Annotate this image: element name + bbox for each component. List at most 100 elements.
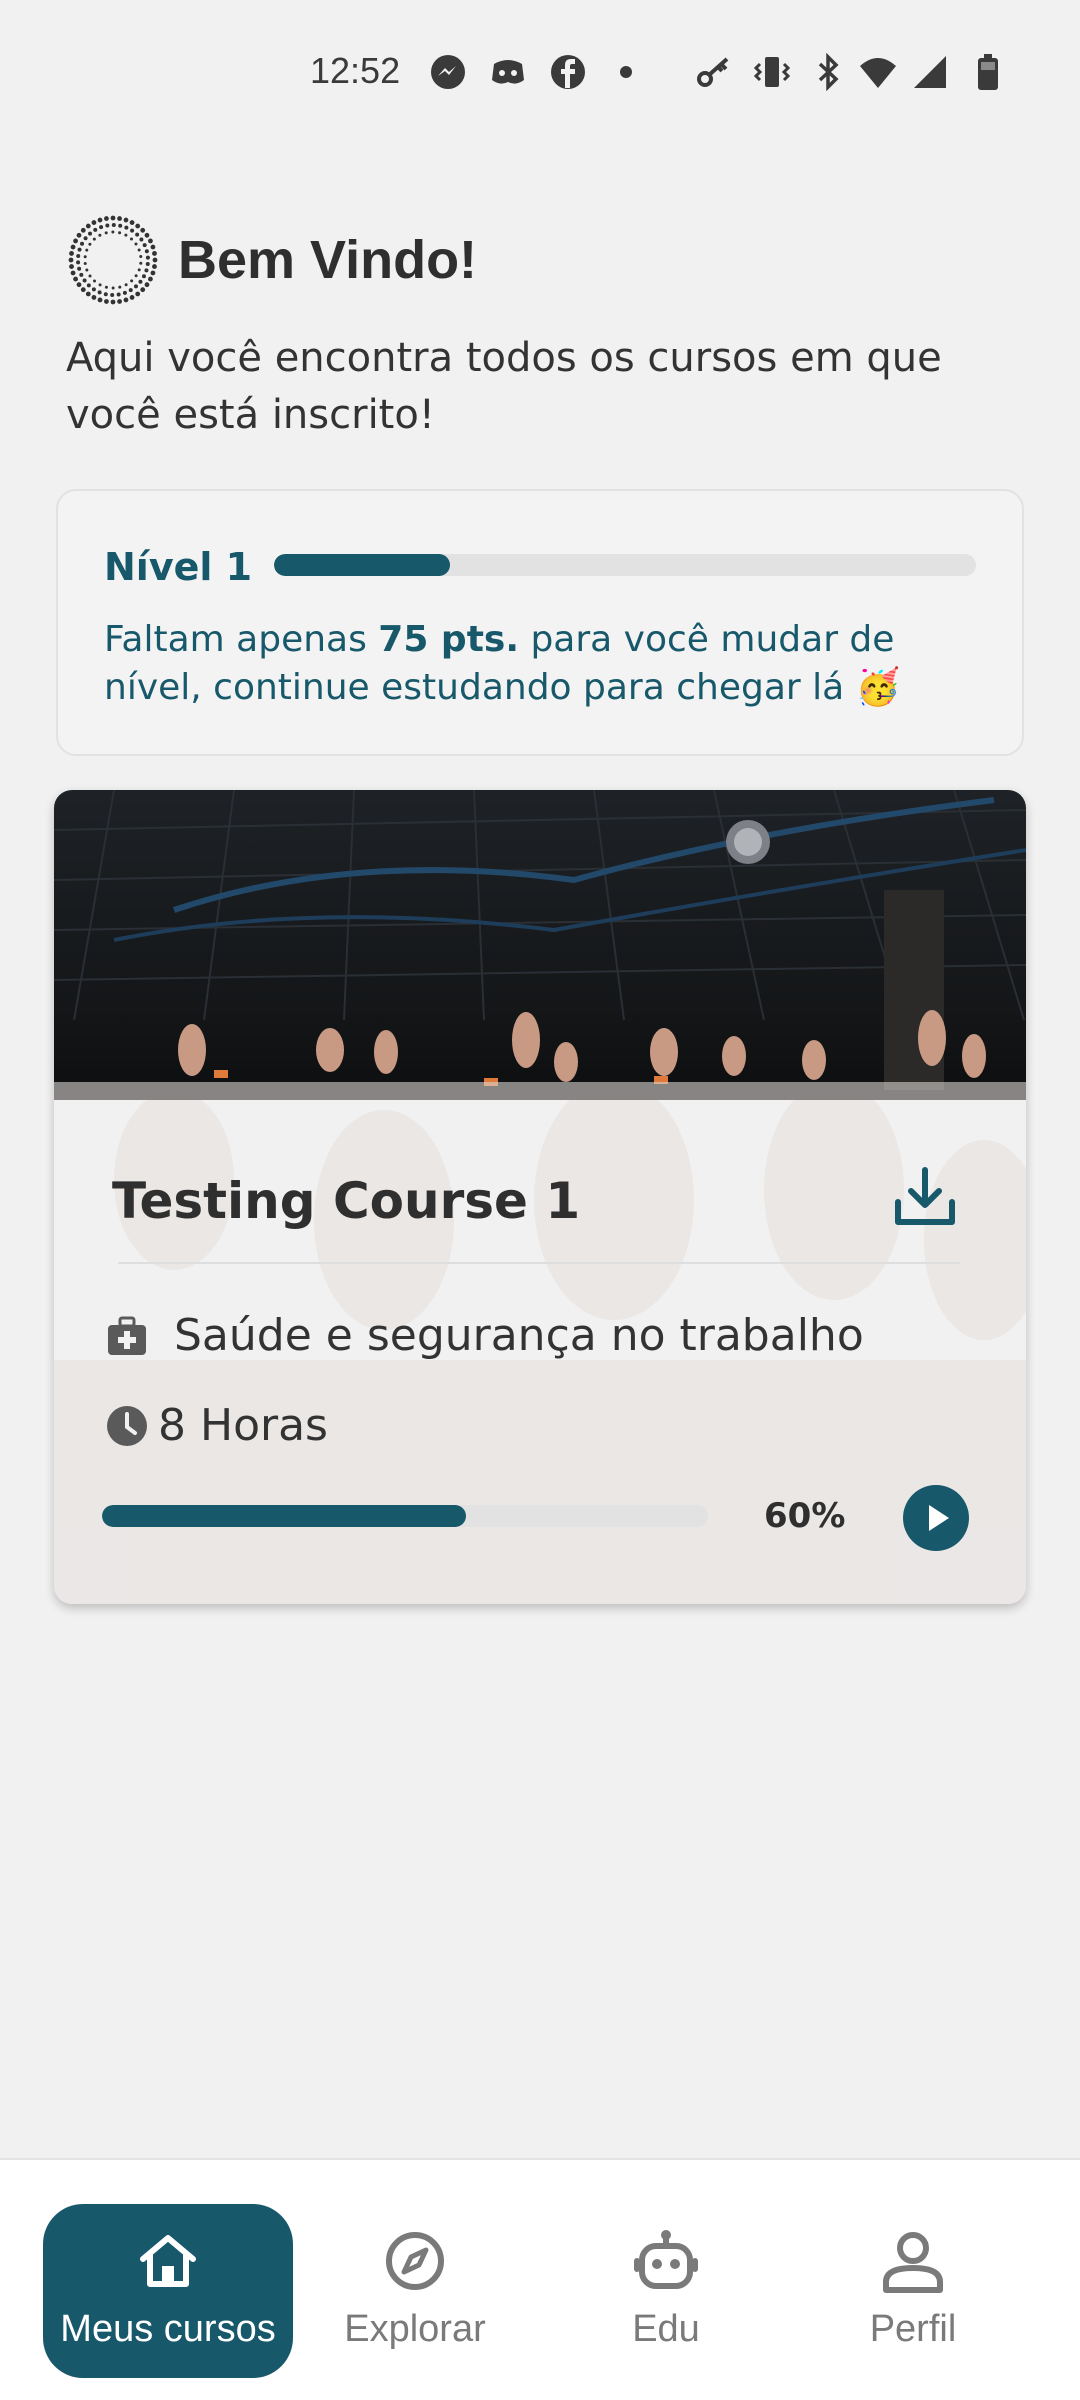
logo-dot	[135, 232, 140, 237]
logo-dot	[110, 292, 115, 297]
dot-icon	[620, 66, 632, 78]
logo-dot	[133, 284, 138, 289]
logo-dot	[69, 251, 74, 256]
logo-dot	[104, 299, 109, 304]
page-title: Bem Vindo!	[178, 230, 478, 290]
logo-dot	[83, 236, 88, 241]
logo-dot	[76, 232, 82, 238]
logo-dot	[97, 297, 103, 303]
course-progress-bar	[102, 1505, 708, 1527]
logo-dot	[134, 242, 138, 246]
logo-dot	[123, 217, 129, 223]
logo-dot	[93, 279, 97, 283]
course-duration-label: 8 Horas	[158, 1400, 328, 1451]
logo-dot	[76, 253, 81, 258]
logo-dot	[142, 243, 147, 248]
course-details: Testing Course 1 Saúde e segurança no tr…	[54, 1100, 1026, 1604]
course-duration: 8 Horas	[104, 1400, 328, 1451]
logo-dot	[137, 248, 141, 252]
logo-dot	[152, 264, 157, 269]
logo-dot	[97, 290, 102, 295]
logo-dot	[76, 260, 81, 265]
logo-dot	[88, 231, 93, 236]
level-message-before: Faltam apenas	[104, 619, 379, 660]
logo-dot	[145, 255, 150, 260]
logo-dot	[104, 285, 108, 289]
robot-icon	[634, 2230, 698, 2289]
logo-dot	[139, 237, 144, 242]
course-category-label: Saúde e segurança no trabalho	[174, 1310, 864, 1361]
logo-dot	[135, 291, 141, 297]
logo-dot	[99, 225, 104, 230]
discord-icon	[492, 60, 524, 84]
logo-dot	[76, 282, 82, 288]
logo-dot	[144, 268, 149, 273]
logo-dot	[92, 237, 96, 241]
nav-item-explorar[interactable]: Explorar	[305, 2204, 525, 2378]
logo-dot	[152, 257, 158, 263]
logo-icon	[68, 215, 158, 305]
course-title: Testing Course 1	[112, 1172, 581, 1230]
level-message: Faltam apenas 75 pts. para você mudar de…	[104, 616, 984, 712]
logo-dot	[145, 262, 150, 267]
bottom-navigation: Meus cursos Explorar Edu Perfil	[0, 2158, 1080, 2400]
logo-dot	[150, 270, 156, 276]
level-points: 75 pts.	[378, 619, 520, 660]
home-icon	[140, 2235, 196, 2287]
logo-dot	[124, 283, 128, 287]
logo-dot	[77, 266, 82, 271]
logo-dot	[103, 292, 108, 297]
level-progress-fill	[274, 554, 450, 576]
logo-dot	[144, 282, 150, 288]
logo-dot	[69, 264, 74, 269]
play-button[interactable]	[902, 1484, 970, 1552]
level-label: Nível 1	[104, 545, 253, 589]
logo-dot	[129, 220, 135, 225]
logo-dot	[134, 274, 138, 278]
logo-dot	[141, 274, 146, 279]
logo-dot	[97, 217, 103, 223]
logo-dot	[110, 299, 116, 305]
logo-dot	[148, 276, 153, 282]
logo-dot	[152, 251, 157, 256]
course-progress-fill	[102, 1505, 466, 1527]
course-category: Saúde e segurança no trabalho	[104, 1310, 864, 1361]
nav-item-meus-cursos[interactable]: Meus cursos	[43, 2204, 293, 2378]
logo-dot	[118, 285, 122, 289]
screen: 12:52 Bem Vindo! Aqui você encontra todo…	[0, 0, 1080, 2400]
logo-dot	[83, 261, 87, 265]
nav-item-perfil[interactable]: Perfil	[803, 2204, 1023, 2378]
logo-dot	[116, 292, 121, 297]
level-progress-bar	[274, 554, 976, 576]
logo-dot	[91, 220, 97, 225]
page-subtitle: Aqui você encontra todos os cursos em qu…	[66, 335, 942, 438]
logo-dot	[73, 238, 78, 244]
person-icon	[883, 2232, 943, 2293]
logo-dot	[80, 241, 85, 246]
logo-dot	[130, 228, 135, 233]
download-icon[interactable]	[890, 1162, 960, 1232]
logo-dot	[98, 233, 102, 237]
logo-dot	[105, 223, 110, 228]
nav-item-edu[interactable]: Edu	[556, 2204, 776, 2378]
logo-dot	[110, 215, 116, 221]
bluetooth-icon	[818, 52, 839, 92]
logo-dot	[124, 233, 128, 237]
logo-dot	[104, 216, 109, 221]
divider	[118, 1262, 960, 1264]
compass-icon	[386, 2232, 444, 2290]
facebook-icon	[551, 55, 585, 89]
logo-dot	[150, 244, 156, 250]
logo-dot	[85, 268, 89, 272]
logo-dot	[148, 238, 153, 244]
logo-dot	[91, 287, 96, 292]
logo-dot	[85, 291, 91, 297]
logo-dot	[98, 283, 102, 287]
logo-dot	[68, 257, 74, 263]
logo-dot	[140, 287, 146, 293]
vibrate-icon	[753, 57, 791, 87]
logo-dot	[85, 248, 89, 252]
logo-dot	[124, 225, 129, 230]
course-card[interactable]: Testing Course 1 Saúde e segurança no tr…	[54, 790, 1026, 1604]
logo-dot	[128, 288, 133, 293]
